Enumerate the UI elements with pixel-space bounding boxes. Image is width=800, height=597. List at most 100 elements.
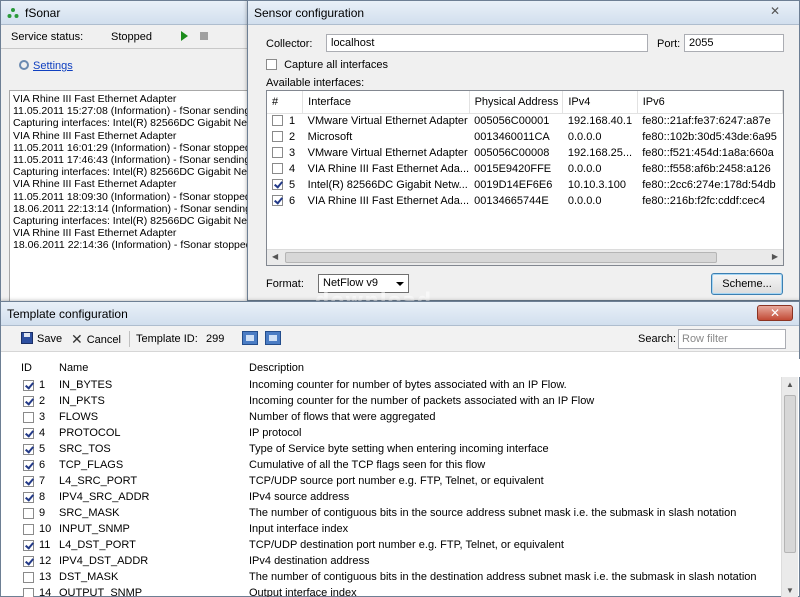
search-input[interactable]: Row filter bbox=[678, 329, 786, 349]
col-ipv4[interactable]: IPv4 bbox=[562, 91, 638, 114]
template-id-input[interactable]: 299 bbox=[206, 331, 224, 347]
settings-link[interactable]: Settings bbox=[33, 60, 73, 72]
vertical-scroll-thumb[interactable] bbox=[784, 395, 796, 553]
event-log[interactable]: VIA Rhine III Fast Ethernet Adapter 11.05… bbox=[9, 90, 253, 314]
template-field-id: 3 bbox=[39, 411, 46, 423]
template-close-icon[interactable]: ✕ bbox=[757, 305, 793, 321]
template-field-checkbox[interactable] bbox=[23, 444, 34, 455]
interfaces-horizontal-scrollbar[interactable]: ◀ ▶ bbox=[267, 249, 783, 265]
template-field-checkbox[interactable] bbox=[23, 524, 34, 535]
sensor-close-icon[interactable]: ✕ bbox=[757, 4, 793, 20]
template-row[interactable]: 6 TCP_FLAGS Cumulative of all the TCP flag… bbox=[1, 457, 783, 473]
col-id[interactable]: ID bbox=[21, 362, 32, 374]
fsonar-logo-icon bbox=[7, 8, 19, 18]
col-interface[interactable]: Interface bbox=[302, 91, 470, 114]
horizontal-scroll-thumb[interactable] bbox=[285, 252, 717, 263]
interface-row[interactable]: 6 VIA Rhine III Fast Ethernet Ada... 00134… bbox=[267, 193, 783, 209]
interface-checkbox[interactable] bbox=[272, 179, 283, 190]
template-row[interactable]: 7 L4_SRC_PORT TCP/UDP source port number e… bbox=[1, 473, 783, 489]
template-row[interactable]: 4 PROTOCOL IP protocol bbox=[1, 425, 783, 441]
interface-row[interactable]: 5 Intel(R) 82566DC Gigabit Netw... 0019D14… bbox=[267, 177, 783, 193]
template-field-checkbox[interactable] bbox=[23, 396, 34, 407]
scroll-right-icon[interactable]: ▶ bbox=[772, 252, 778, 261]
scroll-left-icon[interactable]: ◀ bbox=[272, 252, 278, 261]
interface-row[interactable]: 1 VMware Virtual Ethernet Adapter 005056C0… bbox=[267, 113, 783, 129]
template-title: Template configuration bbox=[7, 307, 128, 321]
log-line: VIA Rhine III Fast Ethernet Adapter bbox=[13, 227, 177, 240]
template-row[interactable]: 3 FLOWS Number of flows that were aggregat… bbox=[1, 409, 783, 425]
interface-num-cell: 1 bbox=[267, 113, 303, 129]
template-field-description: IPv4 source address bbox=[249, 491, 350, 503]
interface-checkbox[interactable] bbox=[272, 147, 283, 158]
template-row[interactable]: 13 DST_MASK The number of contiguous bits … bbox=[1, 569, 783, 585]
template-field-checkbox[interactable] bbox=[23, 540, 34, 551]
template-field-checkbox[interactable] bbox=[23, 412, 34, 423]
interface-num: 2 bbox=[289, 131, 296, 143]
interface-num: 1 bbox=[289, 115, 296, 128]
settings-gear-icon bbox=[19, 60, 29, 70]
scroll-up-icon[interactable]: ▲ bbox=[786, 380, 794, 389]
col-description[interactable]: Description bbox=[249, 362, 304, 374]
interface-checkbox[interactable] bbox=[272, 163, 283, 174]
toolbar-separator bbox=[129, 331, 130, 347]
template-field-checkbox[interactable] bbox=[23, 476, 34, 487]
cancel-button[interactable]: ✕ Cancel bbox=[71, 331, 121, 348]
template-field-checkbox[interactable] bbox=[23, 556, 34, 567]
col-name[interactable]: Name bbox=[59, 362, 88, 374]
capture-all-checkbox[interactable] bbox=[266, 59, 277, 70]
stop-service-stop-icon[interactable] bbox=[200, 32, 209, 40]
template-row[interactable]: 1 IN_BYTES Incoming counter for number of … bbox=[1, 377, 783, 393]
port-input[interactable]: 2055 bbox=[684, 34, 784, 52]
scroll-down-icon[interactable]: ▼ bbox=[786, 586, 794, 595]
interface-row[interactable]: 3 VMware Virtual Ethernet Adapter 005056C0… bbox=[267, 145, 783, 161]
interface-checkbox[interactable] bbox=[272, 195, 283, 206]
template-row[interactable]: 10 INPUT_SNMP Input interface index bbox=[1, 521, 783, 537]
template-row[interactable]: 14 OUTPUT_SNMP Output interface index bbox=[1, 585, 783, 597]
template-field-checkbox[interactable] bbox=[23, 492, 34, 503]
interface-checkbox[interactable] bbox=[272, 131, 283, 142]
template-fields-list[interactable]: 1 IN_BYTES Incoming counter for number of … bbox=[1, 377, 783, 597]
save-button[interactable]: Save bbox=[21, 331, 62, 347]
template-field-checkbox[interactable] bbox=[23, 508, 34, 519]
start-service-play-icon[interactable] bbox=[181, 31, 189, 41]
template-row[interactable]: 12 IPV4_DST_ADDR IPv4 destination address bbox=[1, 553, 783, 569]
collector-input[interactable]: localhost bbox=[326, 34, 648, 52]
col-num[interactable]: # bbox=[267, 91, 304, 114]
fsonar-titlebar[interactable]: fSonar bbox=[1, 1, 251, 25]
sensor-titlebar[interactable]: Sensor configuration ✕ bbox=[248, 1, 799, 25]
interface-row[interactable]: 4 VIA Rhine III Fast Ethernet Ada... 0015E… bbox=[267, 161, 783, 177]
template-field-checkbox[interactable] bbox=[23, 572, 34, 583]
export-template-icon[interactable] bbox=[265, 331, 281, 345]
capture-all-row[interactable]: Capture all interfaces bbox=[266, 59, 388, 71]
template-row[interactable]: 5 SRC_TOS Type of Service byte setting whe… bbox=[1, 441, 783, 457]
template-row[interactable]: 9 SRC_MASK The number of contiguous bits i… bbox=[1, 505, 783, 521]
template-row[interactable]: 8 IPV4_SRC_ADDR IPv4 source address bbox=[1, 489, 783, 505]
interfaces-list[interactable]: # Interface Physical Address IPv4 IPv6 1… bbox=[266, 90, 784, 266]
interface-ipv6-cell: fe80::216b:f2fc:cddf:cec4 bbox=[642, 195, 766, 207]
template-row[interactable]: 11 L4_DST_PORT TCP/UDP destination port nu… bbox=[1, 537, 783, 553]
template-vertical-scrollbar[interactable]: ▲ ▼ bbox=[781, 377, 798, 597]
template-field-name: IN_PKTS bbox=[59, 395, 105, 407]
log-line: Capturing interfaces: Intel(R) 82566DC G… bbox=[13, 117, 253, 130]
template-row[interactable]: 2 IN_PKTS Incoming counter for the number … bbox=[1, 393, 783, 409]
template-field-checkbox[interactable] bbox=[23, 588, 34, 597]
template-field-description: The number of contiguous bits in the des… bbox=[249, 571, 757, 583]
interface-row[interactable]: 2 Microsoft 0013460011CA 0.0.0.0 fe80::102b:… bbox=[267, 129, 783, 145]
log-line: VIA Rhine III Fast Ethernet Adapter bbox=[13, 93, 177, 105]
template-field-checkbox[interactable] bbox=[23, 380, 34, 391]
collector-label: Collector: bbox=[266, 38, 313, 50]
import-template-icon[interactable] bbox=[242, 331, 258, 345]
col-physical-address[interactable]: Physical Address bbox=[469, 91, 564, 114]
save-label: Save bbox=[37, 333, 63, 345]
interface-mac-cell: 0019D14EF6E6 bbox=[474, 179, 553, 191]
format-label: Format: bbox=[266, 278, 304, 290]
log-line: 11.05.2011 16:01:29 (Information) - fSon… bbox=[13, 141, 253, 154]
template-field-checkbox[interactable] bbox=[23, 460, 34, 471]
scheme-button[interactable]: Scheme... bbox=[711, 273, 783, 295]
fsonar-window: fSonar Service status: Stopped Settings V… bbox=[0, 0, 253, 315]
template-titlebar[interactable]: Template configuration ✕ bbox=[1, 302, 799, 326]
template-field-checkbox[interactable] bbox=[23, 428, 34, 439]
interface-checkbox[interactable] bbox=[272, 115, 283, 127]
template-field-name: INPUT_SNMP bbox=[59, 523, 130, 535]
col-ipv6[interactable]: IPv6 bbox=[637, 91, 783, 114]
